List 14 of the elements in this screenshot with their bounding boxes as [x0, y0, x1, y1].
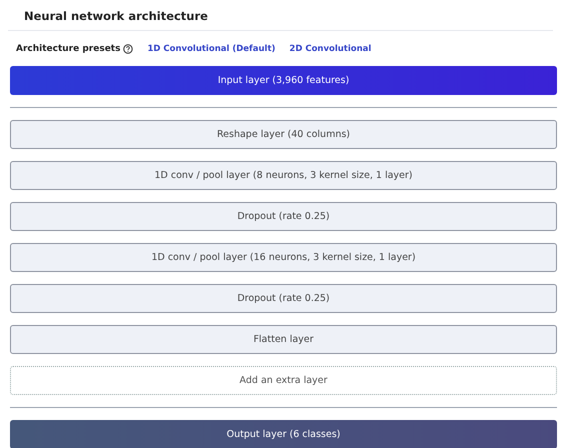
layer-button[interactable]: Input layer (3,960 features) — [10, 66, 557, 95]
layer-button[interactable]: 1D conv / pool layer (8 neurons, 3 kernel size, 1 layer) — [10, 161, 557, 190]
layer-button[interactable]: 1D conv / pool layer (16 neurons, 3 kernel size, 1 layer) — [10, 243, 557, 272]
help-icon[interactable] — [123, 44, 134, 54]
layer-button[interactable]: Dropout (rate 0.25) — [10, 284, 557, 313]
preset-link[interactable]: 1D Convolutional (Default) — [147, 44, 276, 54]
layer-button[interactable]: Reshape layer (40 columns) — [10, 120, 557, 149]
section-title: Neural network architecture — [24, 9, 208, 23]
layer-button[interactable]: Dropout (rate 0.25) — [10, 202, 557, 231]
preset-link[interactable]: 2D Convolutional — [289, 44, 372, 54]
layer-button[interactable]: Output layer (6 classes) — [10, 420, 557, 448]
layer-button[interactable]: Flatten layer — [10, 325, 557, 354]
presets-label: Architecture presets — [16, 44, 120, 54]
add-layer-button[interactable]: Add an extra layer — [10, 366, 557, 395]
